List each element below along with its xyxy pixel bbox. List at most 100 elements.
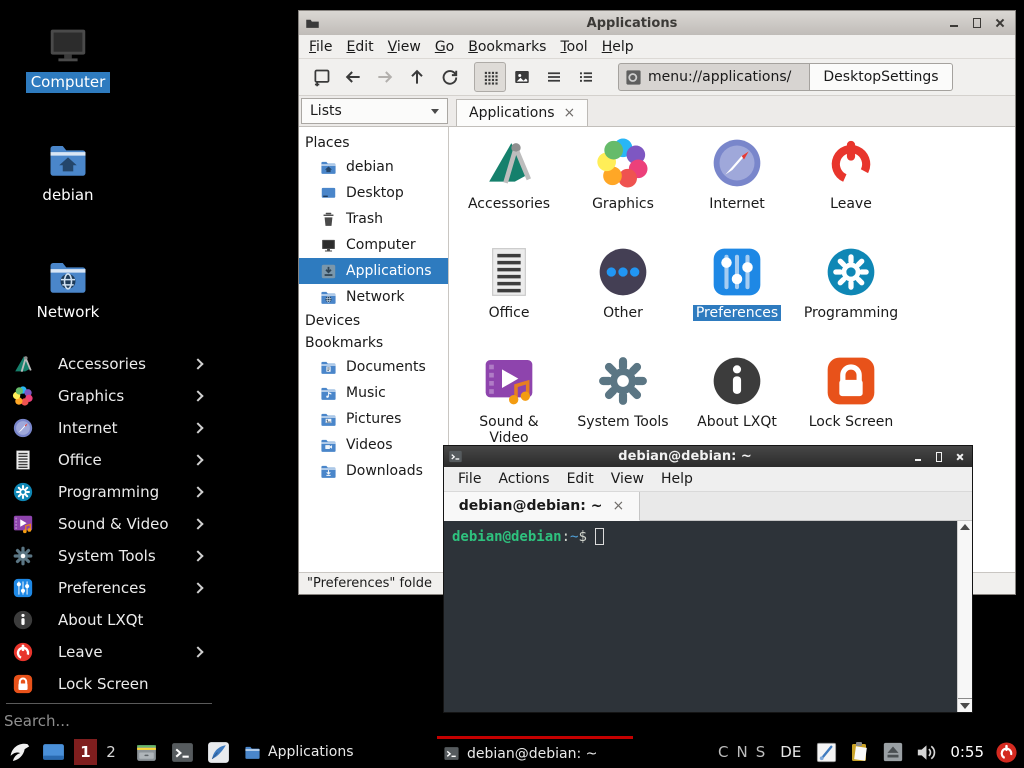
back-button[interactable]: [337, 62, 369, 92]
scroll-up-icon[interactable]: [960, 524, 970, 530]
terminal-text[interactable]: debian@debian:~$: [444, 521, 957, 712]
sidebar-item-debian[interactable]: debian: [299, 154, 448, 180]
sidebar-item-videos[interactable]: Videos: [299, 432, 448, 458]
sidebar-mode-combo[interactable]: Lists: [301, 98, 448, 124]
up-button[interactable]: [401, 62, 433, 92]
sidebar-item-computer[interactable]: Computer: [299, 232, 448, 258]
desktop-icon-network[interactable]: Network: [16, 256, 120, 323]
task-terminal[interactable]: debian@debian: ~: [437, 736, 633, 768]
app-item-graphics[interactable]: Graphics: [566, 132, 680, 241]
icon-view-button[interactable]: [474, 62, 506, 92]
menu-edit[interactable]: Edit: [567, 471, 594, 487]
menu-item-leave[interactable]: Leave: [0, 636, 218, 668]
menu-item-programming[interactable]: Programming: [0, 476, 218, 508]
menu-item-about-lxqt[interactable]: About LXQt: [0, 604, 218, 636]
menu-item-sound-video[interactable]: Sound & Video: [0, 508, 218, 540]
maximize-button[interactable]: [933, 451, 945, 463]
sidebar-item-music[interactable]: Music: [299, 380, 448, 406]
sidebar-item-desktop[interactable]: Desktop: [299, 180, 448, 206]
close-button[interactable]: [954, 451, 966, 463]
app-item-system-tools[interactable]: System Tools: [566, 350, 680, 459]
menu-item-graphics[interactable]: Graphics: [0, 380, 218, 412]
clock[interactable]: 0:55: [950, 743, 984, 761]
workspace-1-button[interactable]: 1: [74, 739, 97, 765]
app-item-leave[interactable]: Leave: [794, 132, 908, 241]
app-item-preferences[interactable]: Preferences: [680, 241, 794, 350]
show-desktop-button[interactable]: [41, 736, 66, 768]
keyboard-lock-indicators[interactable]: C N S: [718, 743, 765, 761]
fm-tab-applications[interactable]: Applications ×: [456, 99, 588, 126]
new-tab-button[interactable]: [305, 62, 337, 92]
task-applications[interactable]: Applications: [238, 736, 366, 768]
desktop-icon-computer[interactable]: Computer: [16, 22, 120, 93]
sidebar-item-downloads[interactable]: Downloads: [299, 458, 448, 484]
menu-item-internet[interactable]: Internet: [0, 412, 218, 444]
sidebar-item-pictures[interactable]: Pictures: [299, 406, 448, 432]
leave-button[interactable]: [995, 736, 1018, 768]
breadcrumb-desktopsettings-button[interactable]: DesktopSettings: [810, 63, 953, 91]
scroll-down-icon[interactable]: [960, 703, 970, 709]
menu-item-system-tools[interactable]: System Tools: [0, 540, 218, 572]
sidebar-item-documents[interactable]: Documents: [299, 354, 448, 380]
app-item-programming[interactable]: Programming: [794, 241, 908, 350]
terminal-scrollbar[interactable]: [957, 521, 972, 712]
keyboard-layout-indicator[interactable]: DE: [780, 743, 801, 761]
minimize-button[interactable]: [912, 451, 924, 463]
quicklaunch-terminal[interactable]: [170, 736, 195, 768]
minimize-button[interactable]: [947, 17, 961, 29]
app-item-lock-screen[interactable]: Lock Screen: [794, 350, 908, 459]
menu-file[interactable]: File: [458, 471, 481, 487]
menu-edit[interactable]: Edit: [346, 39, 373, 55]
forward-button[interactable]: [369, 62, 401, 92]
maximize-button[interactable]: [970, 17, 984, 29]
app-item-about-lxqt[interactable]: About LXQt: [680, 350, 794, 459]
menu-item-lock-screen[interactable]: Lock Screen: [0, 668, 218, 700]
tab-close-icon[interactable]: ×: [612, 499, 624, 513]
reload-button[interactable]: [433, 62, 465, 92]
app-item-office[interactable]: Office: [452, 241, 566, 350]
address-bar[interactable]: menu://applications/: [618, 63, 810, 91]
menu-help[interactable]: Help: [661, 471, 693, 487]
close-button[interactable]: [993, 17, 1007, 29]
graphics-icon: [12, 385, 34, 407]
main-menu-button[interactable]: [5, 736, 32, 768]
menu-item-office[interactable]: Office: [0, 444, 218, 476]
tray-clipboard[interactable]: [848, 736, 872, 768]
tray-removable-media[interactable]: [882, 736, 904, 768]
menu-help[interactable]: Help: [602, 39, 634, 55]
sidebar-item-trash[interactable]: Trash: [299, 206, 448, 232]
fm-titlebar[interactable]: Applications: [299, 11, 1015, 35]
compact-view-button[interactable]: [538, 62, 570, 92]
menu-bookmarks[interactable]: Bookmarks: [468, 39, 546, 55]
app-item-accessories[interactable]: Accessories: [452, 132, 566, 241]
menu-item-accessories[interactable]: Accessories: [0, 348, 218, 380]
quicklaunch-featherpad[interactable]: [206, 736, 231, 768]
quicklaunch-file-manager[interactable]: [134, 736, 159, 768]
terminal-titlebar[interactable]: debian@debian: ~: [444, 446, 972, 467]
sidebar-item-applications[interactable]: Applications: [299, 258, 448, 284]
desktop-icon-debian[interactable]: debian: [16, 139, 120, 206]
sidebar-item-network[interactable]: Network: [299, 284, 448, 310]
menu-go[interactable]: Go: [435, 39, 454, 55]
menu-search-input[interactable]: Search...: [0, 704, 218, 730]
lock-screen-icon: [823, 353, 879, 409]
menu-tool[interactable]: Tool: [560, 39, 587, 55]
app-item-other[interactable]: Other: [566, 241, 680, 350]
menu-item-preferences[interactable]: Preferences: [0, 572, 218, 604]
detailed-view-button[interactable]: [570, 62, 602, 92]
workspace-2-button[interactable]: 2: [102, 743, 120, 761]
menu-actions[interactable]: Actions: [498, 471, 549, 487]
tray-volume[interactable]: [914, 736, 937, 768]
terminal-body[interactable]: debian@debian:~$: [444, 521, 972, 712]
eject-icon: [882, 741, 904, 763]
menu-file[interactable]: File: [309, 39, 332, 55]
menu-view[interactable]: View: [388, 39, 421, 55]
prompt-colon: :: [562, 529, 570, 545]
terminal-tab[interactable]: debian@debian: ~ ×: [444, 492, 640, 521]
thumbnail-view-button[interactable]: [506, 62, 538, 92]
app-item-internet[interactable]: Internet: [680, 132, 794, 241]
tray-screenshot-tool[interactable]: [815, 736, 838, 768]
tab-close-icon[interactable]: ×: [564, 106, 576, 120]
app-item-sound-video[interactable]: Sound & Video: [452, 350, 566, 459]
menu-view[interactable]: View: [611, 471, 644, 487]
